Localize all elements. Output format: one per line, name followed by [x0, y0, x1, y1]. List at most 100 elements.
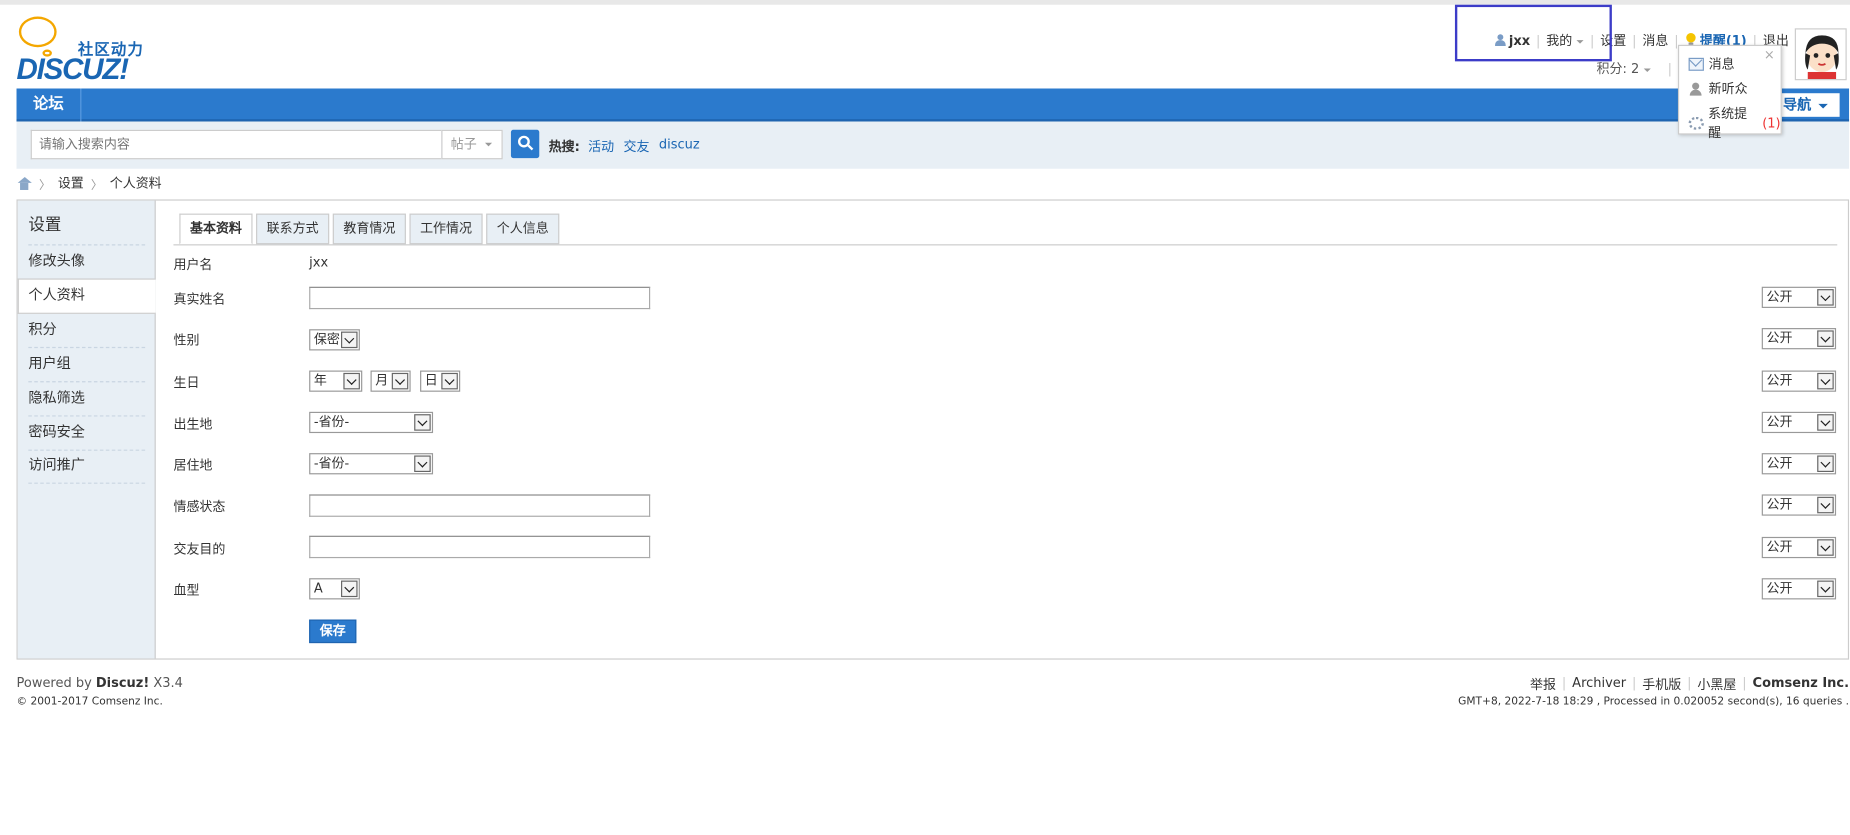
messages-link[interactable]: 消息	[1642, 31, 1668, 50]
home-icon[interactable]	[17, 176, 32, 190]
close-icon[interactable]: ×	[1764, 47, 1775, 62]
birth-year-select[interactable]: 年	[309, 370, 363, 392]
tab-education[interactable]: 教育情况	[332, 213, 406, 245]
footer-brand-link[interactable]: Discuz!	[96, 675, 149, 690]
gender-value: 保密	[313, 331, 340, 347]
realname-field[interactable]	[309, 286, 651, 310]
tab-personal[interactable]: 个人信息	[486, 213, 560, 245]
highlight-box	[1454, 4, 1612, 62]
gender-select[interactable]: 保密	[309, 329, 360, 351]
footer-link-blackroom[interactable]: 小黑屋	[1697, 675, 1736, 694]
affective-label: 情感状态	[173, 499, 226, 515]
footer-links: 举报 | Archiver | 手机版 | 小黑屋 | Comsenz Inc.	[1530, 675, 1849, 694]
notice-item-system[interactable]: 系统提醒 (1)	[1688, 104, 1781, 142]
save-button[interactable]: 保存	[309, 619, 357, 644]
search-input[interactable]	[30, 129, 442, 160]
logo-brand: DISCUZ!	[16, 53, 130, 87]
chevron-down-icon	[1643, 67, 1652, 72]
tabs-divider	[173, 244, 1838, 246]
site-logo[interactable]: 社区动力 DISCUZ!	[16, 14, 153, 87]
affective-field[interactable]	[309, 494, 651, 517]
search-type-select[interactable]: 帖子	[441, 129, 503, 160]
logo-bubble-icon	[18, 16, 57, 48]
username-value: jxx	[309, 254, 329, 271]
birthplace-value: -省份-	[313, 414, 350, 430]
privacy-select-realname[interactable]: 公开	[1761, 286, 1837, 308]
sidebar-item-usergroup[interactable]: 用户组	[28, 348, 146, 383]
sidebar-item-promotion[interactable]: 访问推广	[28, 450, 146, 484]
residence-label: 居住地	[173, 457, 213, 474]
footer-link-mobile[interactable]: 手机版	[1642, 675, 1681, 694]
bloodtype-select[interactable]: A	[309, 578, 360, 600]
footer-copyright: © 2001-2017 Comsenz Inc.	[16, 696, 163, 708]
sidebar-item-avatar[interactable]: 修改头像	[28, 245, 146, 280]
birth-day-value: 日	[424, 372, 438, 389]
privacy-select-bloodtype[interactable]: 公开	[1761, 578, 1837, 600]
notice-item-label: 新听众	[1708, 81, 1748, 97]
search-icon-handle	[527, 144, 534, 151]
chevron-right-icon: 〉	[90, 178, 103, 192]
separator: |	[1667, 61, 1672, 77]
chevron-down-icon	[341, 331, 358, 349]
privacy-select-birthday[interactable]: 公开	[1761, 370, 1837, 392]
quick-nav-label: 导航	[1782, 96, 1812, 114]
notice-item-messages[interactable]: 消息	[1688, 54, 1735, 73]
sidebar-item-credits[interactable]: 积分	[28, 314, 146, 349]
footer-version: X3.4	[153, 674, 183, 691]
footer-link-report[interactable]: 举报	[1530, 675, 1556, 694]
chevron-down-icon	[1817, 496, 1834, 514]
footer-company-link[interactable]: Comsenz Inc.	[1753, 675, 1850, 694]
chevron-down-icon	[1817, 414, 1834, 431]
profile-tabs: 基本资料 联系方式 教育情况 工作情况 个人信息	[179, 213, 560, 245]
residence-value: -省份-	[313, 455, 350, 471]
residence-select[interactable]: -省份-	[309, 453, 434, 475]
sidebar-item-privacy[interactable]: 隐私筛选	[28, 382, 146, 417]
birth-day-select[interactable]: 日	[420, 370, 461, 392]
avatar[interactable]	[1794, 28, 1847, 81]
username-label: 用户名	[173, 257, 213, 273]
search-button[interactable]	[510, 129, 540, 159]
chevron-down-icon	[1817, 330, 1834, 347]
lookingfor-field[interactable]	[309, 535, 651, 559]
tab-contact[interactable]: 联系方式	[256, 213, 330, 245]
sidebar-title: 设置	[28, 215, 62, 235]
notice-popup: × 消息 新听众 系统提醒 (1)	[1677, 44, 1782, 140]
sidebar-item-profile[interactable]: 个人资料	[17, 278, 156, 314]
privacy-value: 公开	[1766, 414, 1793, 430]
footer-link-archiver[interactable]: Archiver	[1572, 675, 1626, 694]
avatar-image	[1795, 29, 1846, 80]
powered-label: Powered by	[16, 674, 92, 691]
privacy-select-affective[interactable]: 公开	[1761, 494, 1837, 516]
separator: |	[1742, 674, 1747, 691]
breadcrumb-item[interactable]: 设置	[58, 173, 84, 192]
footer-stats: GMT+8, 2022-7-18 18:29 , Processed in 0.…	[1458, 696, 1850, 708]
birthday-label: 生日	[173, 375, 200, 391]
breadcrumb: 〉 设置 〉 个人资料	[17, 173, 162, 192]
hot-link[interactable]: 交友	[624, 137, 650, 156]
sidebar-item-password[interactable]: 密码安全	[28, 417, 146, 451]
privacy-select-lookingfor[interactable]: 公开	[1761, 536, 1837, 559]
credits-menu[interactable]: 积分: 2 |	[1597, 59, 1672, 78]
search-bar: 帖子 热搜: 活动 交友 discuz	[16, 121, 1850, 169]
notice-item-followers[interactable]: 新听众	[1689, 79, 1748, 98]
chevron-down-icon	[341, 580, 358, 598]
tab-basic[interactable]: 基本资料	[179, 213, 253, 245]
chevron-down-icon	[414, 414, 431, 431]
privacy-select-residence[interactable]: 公开	[1761, 453, 1837, 475]
hot-link[interactable]: discuz	[659, 137, 700, 156]
separator: |	[1632, 32, 1637, 48]
gear-icon	[1688, 116, 1704, 130]
chevron-down-icon	[391, 372, 409, 390]
nav-item-forum[interactable]: 论坛	[17, 88, 82, 122]
birthplace-select[interactable]: -省份-	[309, 411, 434, 434]
tab-work[interactable]: 工作情况	[409, 213, 483, 245]
privacy-select-birthplace[interactable]: 公开	[1761, 411, 1837, 434]
privacy-select-gender[interactable]: 公开	[1761, 328, 1837, 350]
chevron-down-icon	[1817, 580, 1834, 598]
realname-label: 真实姓名	[173, 291, 226, 307]
bloodtype-value: A	[313, 580, 323, 596]
hot-link[interactable]: 活动	[588, 137, 614, 156]
birth-month-select[interactable]: 月	[370, 370, 411, 392]
lookingfor-label: 交友目的	[173, 541, 226, 557]
chevron-down-icon	[1818, 103, 1828, 108]
